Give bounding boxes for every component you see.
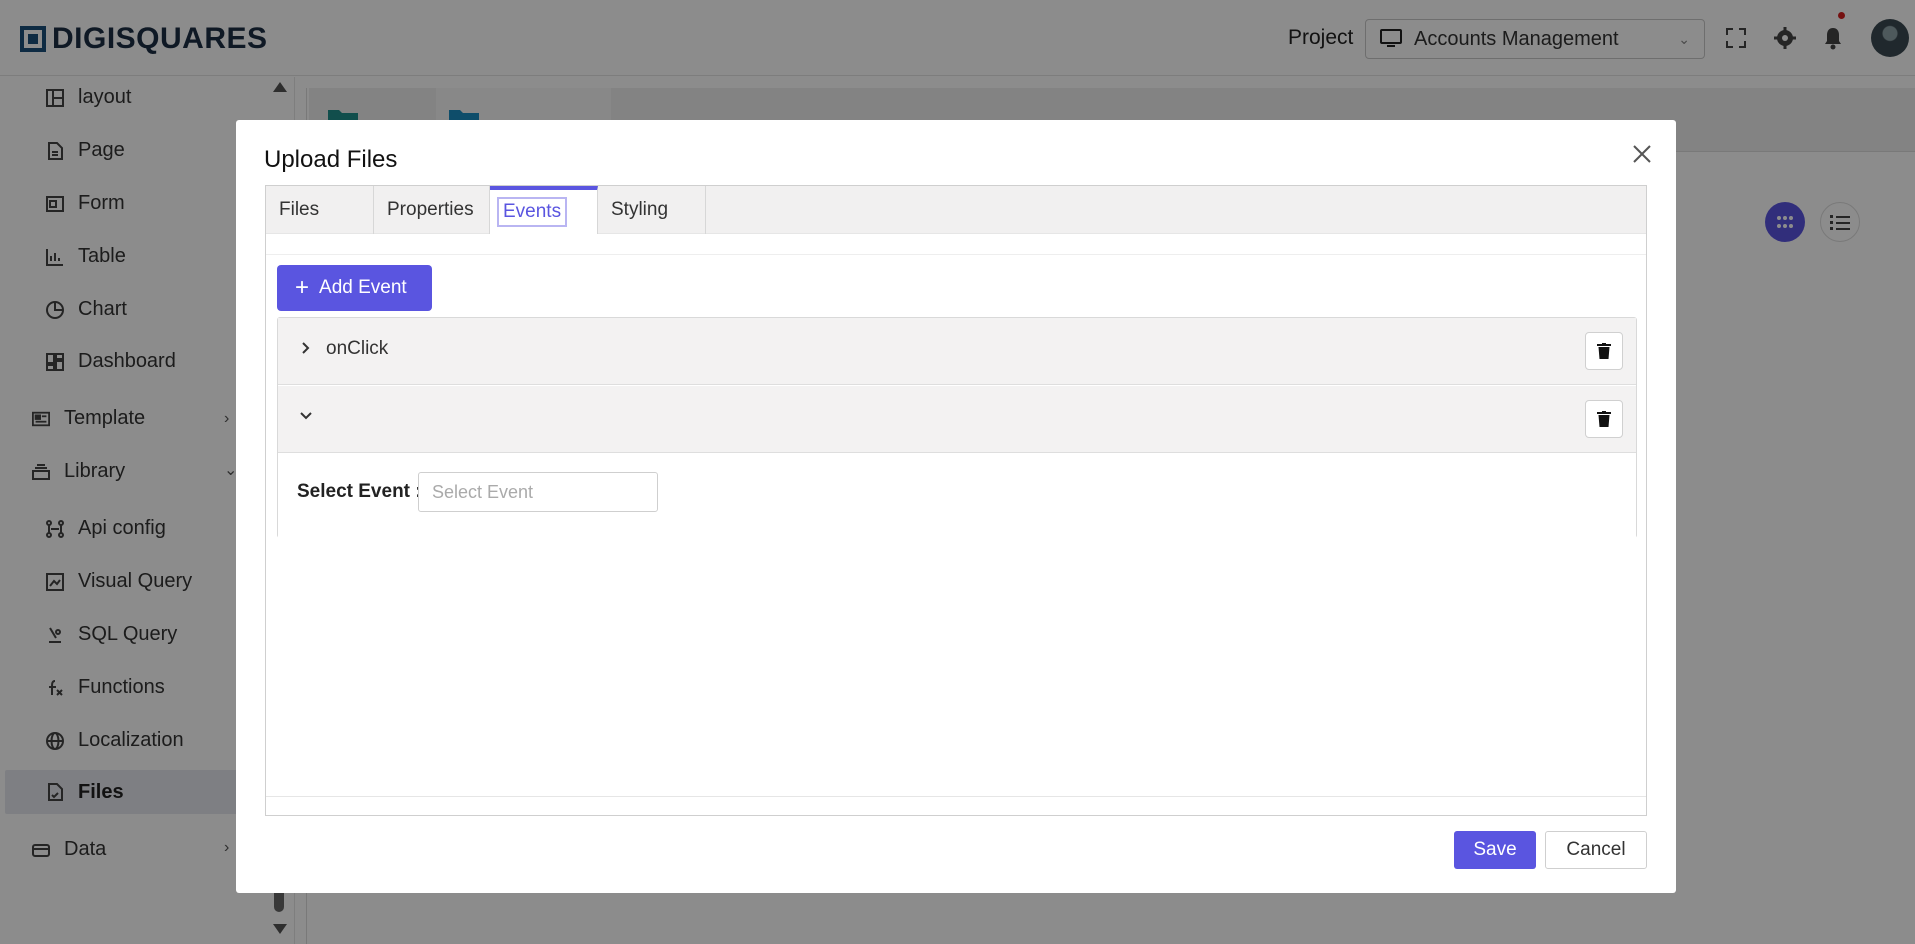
select-event-label: Select Event : [297,481,422,502]
event-row[interactable]: onClick [278,318,1636,385]
upload-files-dialog: Upload Files Files Properties Events Sty… [236,120,1676,893]
tab-styling[interactable]: Styling [598,186,706,234]
trash-icon [1597,343,1611,359]
tab-files[interactable]: Files [266,186,374,234]
trash-icon [1597,411,1611,427]
tab-bar: Files Properties Events Styling [266,186,1646,234]
delete-event-button[interactable] [1585,332,1623,370]
events-list: onClick Select Event : [277,317,1637,538]
plus-icon: + [295,274,310,301]
event-name: onClick [326,338,389,359]
save-button[interactable]: Save [1454,831,1536,869]
select-event-input[interactable] [418,472,658,512]
close-icon[interactable] [1630,142,1654,166]
tab-properties[interactable]: Properties [374,186,490,234]
add-event-button[interactable]: + Add Event [277,265,432,311]
delete-event-button[interactable] [1585,400,1623,438]
chevron-right-icon[interactable] [296,338,316,358]
event-details: Select Event : [278,454,1636,538]
divider [266,796,1646,797]
tab-events[interactable]: Events [490,186,598,234]
cancel-button[interactable]: Cancel [1545,831,1647,869]
event-row[interactable] [278,386,1636,453]
chevron-down-icon[interactable] [296,406,316,426]
tab-panel: Files Properties Events Styling + Add Ev… [265,185,1647,816]
dialog-title: Upload Files [264,146,398,173]
divider [266,254,1646,255]
